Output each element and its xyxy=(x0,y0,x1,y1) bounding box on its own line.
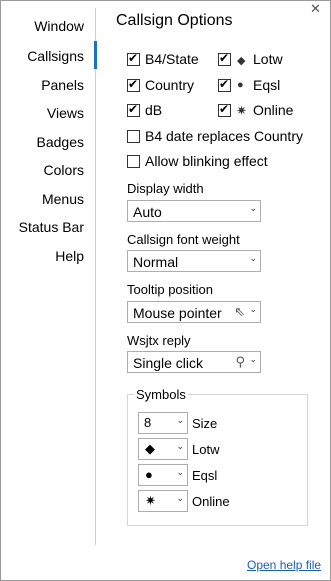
lotw-symbol-label: Lotw xyxy=(192,442,220,457)
blinking-label: Allow blinking effect xyxy=(145,153,268,169)
display-width-value: Auto xyxy=(133,204,162,220)
chevron-down-icon: ⌄ xyxy=(249,354,257,364)
sidebar-selection-indicator xyxy=(94,41,97,69)
click-icon: ⚲ xyxy=(235,354,245,369)
check-icon: ✔ xyxy=(219,77,230,91)
blinking-checkbox[interactable] xyxy=(127,155,140,168)
cursor-icon: ⇖ xyxy=(234,304,245,319)
b4-state-checkbox[interactable]: ✔ xyxy=(127,51,140,66)
chevron-down-icon: ⌄ xyxy=(176,415,184,425)
lotw-label: Lotw xyxy=(253,51,283,67)
page-title: Callsign Options xyxy=(116,12,233,29)
check-icon: ✔ xyxy=(128,51,139,65)
check-icon: ✔ xyxy=(128,102,139,116)
lotw-symbol-select[interactable]: ◆ ⌄ xyxy=(138,438,188,460)
country-label: Country xyxy=(145,77,195,93)
font-weight-value: Normal xyxy=(133,254,179,270)
eqsl-symbol-label: Eqsl xyxy=(192,468,218,483)
sidebar-item-colors[interactable]: Colors xyxy=(44,162,84,178)
sidebar-item-callsigns[interactable]: Callsigns xyxy=(27,48,84,64)
display-width-label: Display width xyxy=(127,181,204,196)
db-label: dB xyxy=(145,102,163,118)
sidebar-item-panels[interactable]: Panels xyxy=(41,77,84,93)
size-value: 8 xyxy=(144,415,152,430)
chevron-down-icon: ⌄ xyxy=(176,493,184,503)
wsjtx-reply-value: Single click xyxy=(133,355,204,371)
b4-date-checkbox[interactable] xyxy=(127,130,140,143)
font-weight-label: Callsign font weight xyxy=(127,232,240,247)
sidebar-item-views[interactable]: Views xyxy=(47,105,84,121)
wsjtx-reply-label: Wsjtx reply xyxy=(127,333,191,348)
chevron-down-icon: ⌄ xyxy=(176,441,184,451)
size-label: Size xyxy=(192,416,218,431)
diamond-icon: ◆ xyxy=(145,441,155,456)
star-icon: ✷ xyxy=(236,103,247,118)
size-select[interactable]: 8 ⌄ xyxy=(138,412,188,434)
check-icon: ✔ xyxy=(219,102,230,116)
open-help-file-link[interactable]: Open help file xyxy=(247,558,321,572)
online-symbol-select[interactable]: ✷ ⌄ xyxy=(138,490,188,512)
diamond-icon: ◆ xyxy=(237,55,246,67)
online-label: Online xyxy=(253,102,294,118)
check-icon: ✔ xyxy=(128,77,139,91)
sidebar-item-status-bar[interactable]: Status Bar xyxy=(19,219,84,235)
wsjtx-reply-select[interactable]: Single click ⚲ ⌄ xyxy=(127,351,261,373)
eqsl-label: Eqsl xyxy=(253,77,281,93)
db-checkbox[interactable]: ✔ xyxy=(127,102,140,117)
tooltip-position-value: Mouse pointer xyxy=(133,305,222,321)
eqsl-symbol-select[interactable]: ● ⌄ xyxy=(138,464,188,486)
font-weight-select[interactable]: Normal ⌄ xyxy=(127,250,261,272)
symbols-group-title: Symbols xyxy=(134,387,188,402)
display-width-select[interactable]: Auto ⌄ xyxy=(127,200,261,222)
sidebar-divider xyxy=(95,8,96,545)
sidebar-item-badges[interactable]: Badges xyxy=(37,134,84,150)
chevron-down-icon: ⌄ xyxy=(249,203,257,213)
chevron-down-icon: ⌄ xyxy=(176,467,184,477)
lotw-checkbox[interactable]: ✔ xyxy=(218,51,231,66)
star-icon: ✷ xyxy=(145,493,156,508)
circle-icon: ● xyxy=(145,467,153,482)
circle-icon: ● xyxy=(237,79,244,91)
b4-state-label: B4/State xyxy=(145,51,199,67)
chevron-down-icon: ⌄ xyxy=(249,253,257,263)
close-icon[interactable]: ✕ xyxy=(310,2,321,15)
tooltip-position-select[interactable]: Mouse pointer ⇖ ⌄ xyxy=(127,301,261,323)
country-checkbox[interactable]: ✔ xyxy=(127,77,140,92)
tooltip-position-label: Tooltip position xyxy=(127,282,213,297)
eqsl-checkbox[interactable]: ✔ xyxy=(218,77,231,92)
sidebar-item-help[interactable]: Help xyxy=(55,248,84,264)
online-symbol-label: Online xyxy=(192,494,230,509)
check-icon: ✔ xyxy=(219,51,230,65)
online-checkbox[interactable]: ✔ xyxy=(218,102,231,117)
chevron-down-icon: ⌄ xyxy=(249,304,257,314)
sidebar-item-window[interactable]: Window xyxy=(34,18,84,34)
b4-date-label: B4 date replaces Country xyxy=(145,128,303,144)
sidebar-item-menus[interactable]: Menus xyxy=(42,191,84,207)
